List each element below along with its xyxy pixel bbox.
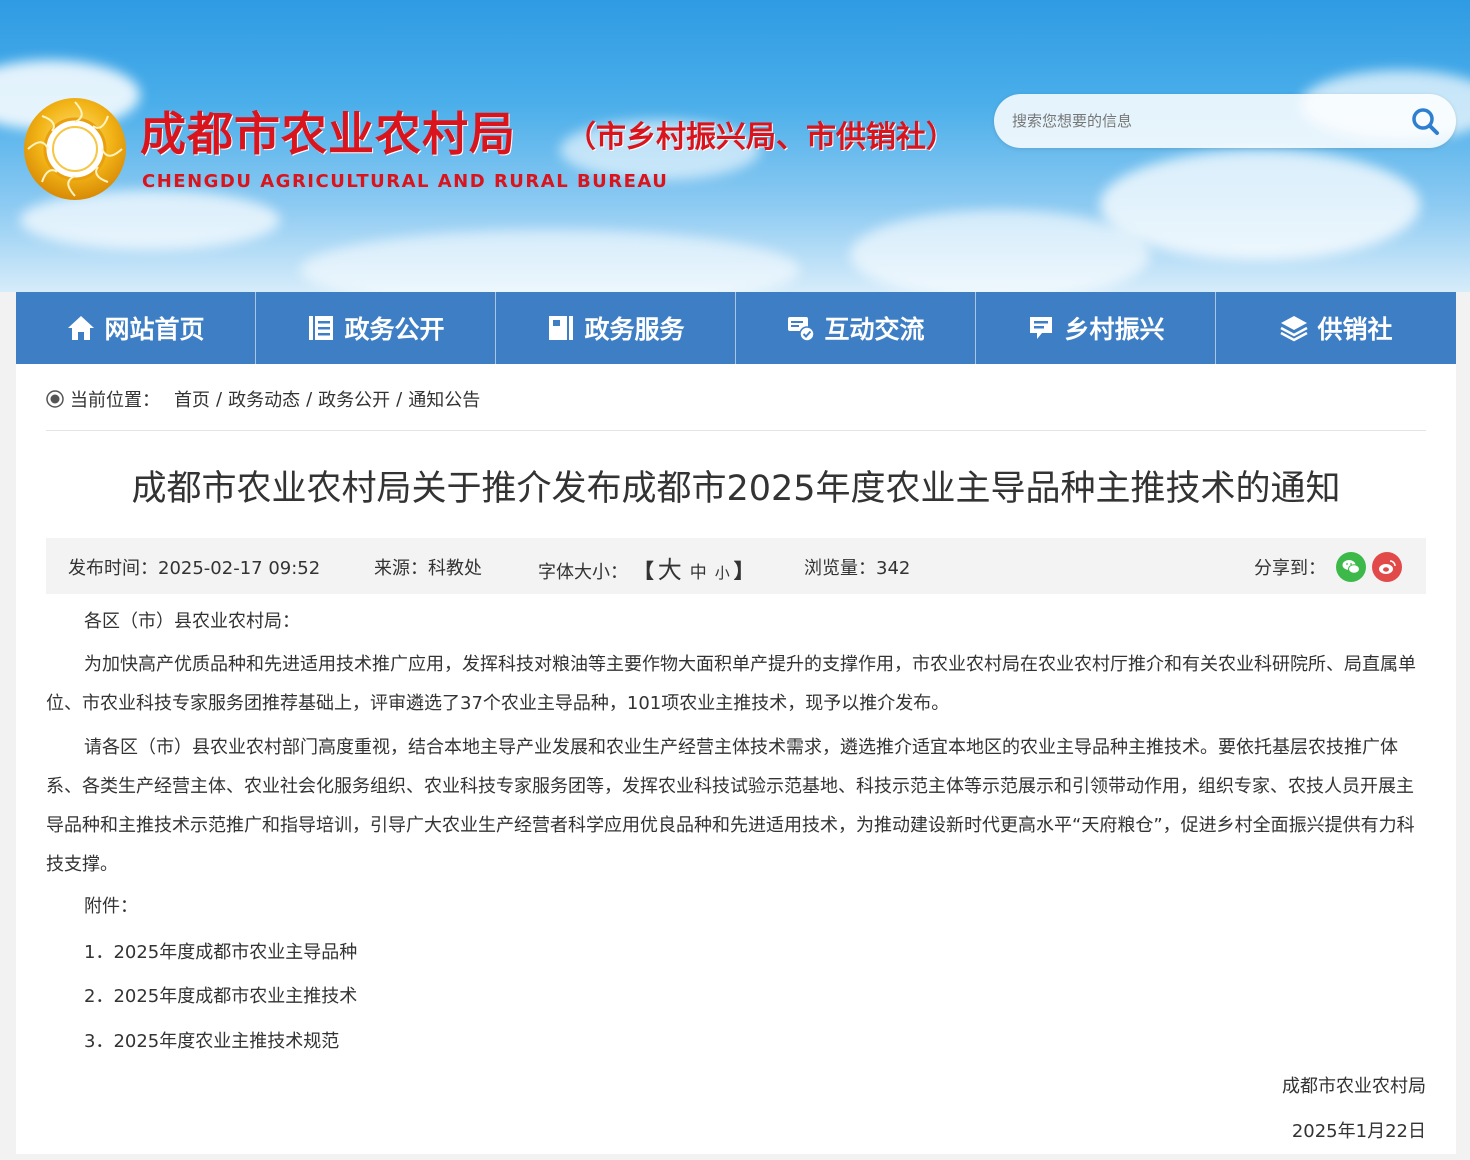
search-icon[interactable] [1410, 106, 1440, 136]
breadcrumb-link-home[interactable]: 首页 [174, 386, 210, 412]
emblem-icon[interactable] [22, 96, 128, 202]
article-meta-bar: 发布时间：2025-02-17 09:52 来源：科教处 字体大小： 【 大 中… [46, 538, 1426, 594]
attachment-link[interactable]: 3．2025年度农业主推技术规范 [84, 1027, 339, 1053]
nav-item-government-affairs[interactable]: 政务公开 [256, 292, 496, 364]
article-container: 当前位置： 首页 / 政务动态 / 政务公开 / 通知公告 成都市农业农村局关于… [16, 364, 1456, 1154]
site-subtitle: （市乡村振兴局、市供销社） [566, 120, 956, 155]
nav-item-label: 网站首页 [104, 315, 205, 344]
article-source: 来源：科教处 [374, 558, 482, 579]
home-icon [68, 316, 95, 340]
breadcrumb-link-gov-affairs[interactable]: 政务公开 [318, 386, 390, 412]
font-medium-button[interactable]: 中 [690, 558, 707, 583]
search-input[interactable] [1012, 104, 1392, 138]
breadcrumb: 当前位置： 首页 / 政务动态 / 政务公开 / 通知公告 [46, 386, 480, 412]
search-box [994, 94, 1456, 148]
cloud-decoration [300, 230, 800, 292]
cloud-decoration [850, 210, 1150, 292]
bracket-open: 【 [633, 559, 654, 583]
bracket-close: 】 [733, 559, 754, 583]
main-nav: 网站首页 政务公开 政务服务 互动交流 乡村振兴 供销社 [16, 292, 1456, 364]
font-large-button[interactable]: 大 [658, 550, 682, 585]
publish-time: 发布时间：2025-02-17 09:52 [68, 558, 321, 579]
font-size-control: 字体大小： 【 大 中 小 】 [538, 550, 754, 585]
nav-item-label: 供销社 [1317, 315, 1393, 344]
list-icon [309, 316, 334, 340]
font-small-button[interactable]: 小 [715, 562, 730, 583]
weibo-share-icon[interactable] [1372, 552, 1402, 582]
font-size-label: 字体大小： [538, 562, 628, 583]
attachment-link[interactable]: 1．2025年度成都市农业主导品种 [84, 938, 357, 964]
greeting: 各区（市）县农业农村局： [84, 611, 300, 632]
nav-item-home[interactable]: 网站首页 [16, 292, 256, 364]
site-title[interactable]: 成都市农业农村局 [140, 98, 516, 164]
site-english-name: CHENGDU AGRICULTURAL AND RURAL BUREAU [142, 171, 669, 192]
location-dot-icon [46, 390, 64, 408]
breadcrumb-separator: / [306, 388, 313, 410]
nav-item-label: 政务服务 [584, 315, 685, 344]
article-title: 成都市农业农村局关于推介发布成都市2025年度农业主导品种主推技术的通知 [131, 469, 1341, 509]
chat-icon [788, 317, 816, 342]
cloud-decoration [1100, 150, 1420, 260]
signature-date: 2025年1月22日 [1291, 1121, 1426, 1142]
wechat-share-icon[interactable] [1336, 552, 1366, 582]
book-icon [549, 316, 574, 340]
nav-item-label: 互动交流 [824, 315, 925, 344]
breadcrumb-separator: / [216, 388, 223, 410]
breadcrumb-link-notices[interactable]: 通知公告 [408, 386, 480, 412]
nav-item-interaction[interactable]: 互动交流 [736, 292, 976, 364]
layers-icon [1280, 316, 1309, 342]
divider [46, 430, 1426, 431]
nav-item-label: 政务公开 [344, 315, 445, 344]
attachment-link[interactable]: 2．2025年度成都市农业主推技术 [84, 982, 357, 1008]
breadcrumb-prefix: 当前位置： [70, 390, 160, 411]
breadcrumb-separator: / [396, 388, 403, 410]
message-icon [1030, 317, 1053, 339]
signature-organization: 成都市农业农村局 [1282, 1076, 1426, 1097]
nav-item-supply-cooperative[interactable]: 供销社 [1216, 292, 1456, 364]
share-label: 分享到： [1254, 558, 1326, 579]
nav-item-government-services[interactable]: 政务服务 [496, 292, 736, 364]
paragraph: 请各区（市）县农业农村部门高度重视，结合本地主导产业发展和农业生产经营主体技术需… [46, 737, 1415, 875]
paragraph: 为加快高产优质品种和先进适用技术推广应用，发挥科技对粮油等主要作物大面积单产提升… [46, 654, 1416, 714]
view-count: 浏览量：342 [804, 558, 911, 579]
breadcrumb-link-news[interactable]: 政务动态 [228, 386, 300, 412]
attachments-label: 附件： [84, 896, 138, 917]
site-header: 成都市农业农村局 （市乡村振兴局、市供销社） CHENGDU AGRICULTU… [0, 0, 1470, 292]
nav-item-label: 乡村振兴 [1064, 315, 1165, 344]
nav-item-rural-revitalization[interactable]: 乡村振兴 [976, 292, 1216, 364]
